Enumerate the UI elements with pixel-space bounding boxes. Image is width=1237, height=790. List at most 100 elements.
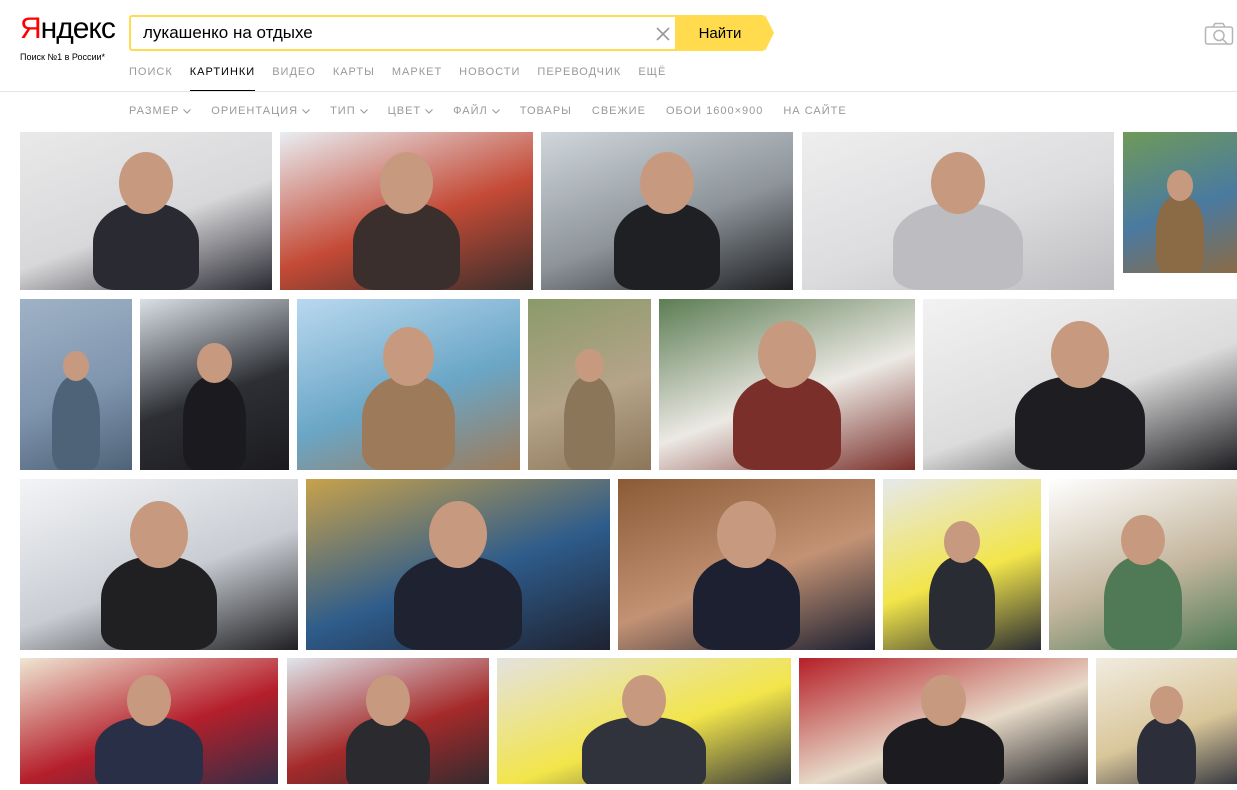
filter-8[interactable]: НА САЙТЕ [783, 105, 846, 117]
close-icon[interactable] [655, 26, 671, 42]
image-result[interactable] [306, 479, 610, 650]
image-result[interactable] [20, 479, 298, 650]
filter-label: ТИП [330, 105, 356, 117]
nav-tab-3[interactable]: КАРТЫ [333, 65, 375, 92]
filter-2[interactable]: ТИП [330, 105, 368, 117]
nav-tab-1[interactable]: КАРТИНКИ [189, 65, 256, 92]
photo-head [640, 152, 694, 214]
image-result[interactable] [287, 658, 489, 790]
photo-figure [94, 717, 204, 790]
chevron-down-icon [183, 108, 192, 114]
photo-head [1166, 170, 1194, 201]
photo-head [63, 351, 89, 382]
filter-label: НА САЙТЕ [783, 105, 847, 117]
photo-figure [1136, 717, 1197, 790]
nav-tab-5[interactable]: НОВОСТИ [459, 65, 520, 92]
image-results-grid [0, 132, 1237, 790]
bottom-edge [0, 784, 1237, 790]
photo-figure [614, 203, 720, 290]
image-result[interactable] [1123, 132, 1237, 273]
photo-head [428, 500, 488, 568]
photo-figure [1103, 555, 1183, 650]
nav-tab-7[interactable]: ЕЩЁ [638, 65, 666, 92]
image-result[interactable] [923, 299, 1237, 470]
photo-head [1150, 686, 1183, 724]
image-result[interactable] [497, 658, 791, 790]
photo-figure [361, 375, 456, 470]
photo-head [129, 500, 189, 568]
filter-label: ОРИЕНТАЦИЯ [211, 105, 299, 117]
photo-figure [928, 555, 996, 650]
photo-head [379, 152, 434, 214]
image-result[interactable] [280, 132, 533, 290]
photo-figure [345, 717, 431, 790]
yandex-logo[interactable]: Яндекс Поиск №1 в России* [20, 12, 116, 62]
photo-head [119, 152, 173, 214]
photo-head [943, 521, 981, 564]
logo-rest: ндекс [40, 12, 116, 45]
photo-figure [353, 203, 460, 290]
image-result[interactable] [528, 299, 651, 470]
search-form: Найти [129, 15, 774, 51]
filter-0[interactable]: РАЗМЕР [129, 105, 192, 117]
photo-figure [893, 203, 1023, 290]
image-result[interactable] [659, 299, 915, 470]
chevron-down-icon [359, 108, 368, 114]
image-result[interactable] [297, 299, 520, 470]
photo-figure [692, 555, 801, 650]
filter-6[interactable]: СВЕЖИЕ [592, 105, 646, 117]
filter-label: РАЗМЕР [129, 105, 180, 117]
search-button[interactable]: Найти [675, 15, 774, 51]
photo-figure [93, 203, 199, 290]
photo-head [921, 674, 966, 727]
image-result[interactable] [20, 658, 278, 790]
image-result[interactable] [140, 299, 289, 470]
image-result[interactable] [883, 479, 1041, 650]
photo-figure [394, 555, 522, 650]
image-result[interactable] [1096, 658, 1237, 790]
chevron-down-icon [491, 108, 500, 114]
photo-head [717, 500, 776, 568]
filter-1[interactable]: ОРИЕНТАЦИЯ [211, 105, 310, 117]
logo-wordmark: Яндекс [20, 12, 116, 46]
nav-tab-0[interactable]: ПОИСК [129, 65, 173, 92]
filter-bar: РАЗМЕР ОРИЕНТАЦИЯ ТИП ЦВЕТ ФАЙЛ ТОВАРЫ СВЕЖИЕ О… [129, 105, 867, 117]
photo-figure [52, 375, 100, 470]
image-result[interactable] [799, 658, 1088, 790]
chevron-down-icon [302, 108, 310, 114]
filter-4[interactable]: ФАЙЛ [453, 105, 500, 117]
filter-label: СВЕЖИЕ [591, 105, 646, 117]
photo-figure [563, 375, 616, 470]
filter-7[interactable]: ОБОИ 1600×900 [666, 105, 763, 117]
filter-3[interactable]: ЦВЕТ [388, 105, 434, 117]
image-result[interactable] [802, 132, 1114, 290]
photo-head [382, 327, 435, 387]
filter-label: ЦВЕТ [387, 105, 422, 117]
photo-head [575, 348, 604, 382]
filter-label: ФАЙЛ [453, 105, 488, 117]
photo-figure [1156, 195, 1204, 273]
photo-head [1121, 514, 1165, 565]
image-result[interactable] [541, 132, 793, 290]
nav-tab-4[interactable]: МАРКЕТ [392, 65, 442, 92]
photo-head [1050, 320, 1110, 388]
filter-5[interactable]: ТОВАРЫ [520, 105, 572, 117]
search-input[interactable] [143, 17, 643, 49]
service-nav: ПОИСК КАРТИНКИ ВИДЕО КАРТЫ МАРКЕТ НОВОСТИ ПЕРЕ… [129, 65, 683, 92]
photo-figure [1015, 375, 1145, 470]
filter-label: ТОВАРЫ [519, 105, 572, 117]
photo-head [757, 320, 817, 388]
image-result[interactable] [20, 299, 132, 470]
camera-search-icon[interactable] [1204, 22, 1234, 46]
photo-head [931, 152, 985, 214]
nav-tab-6[interactable]: ПЕРЕВОДЧИК [537, 65, 621, 92]
nav-tab-2[interactable]: ВИДЕО [272, 65, 316, 92]
image-result[interactable] [618, 479, 875, 650]
logo-first-letter: Я [20, 12, 42, 45]
photo-figure [183, 375, 246, 470]
logo-tagline: Поиск №1 в России* [20, 52, 106, 62]
header-divider [0, 91, 1237, 92]
image-result[interactable] [1049, 479, 1237, 650]
image-result[interactable] [20, 132, 272, 290]
photo-figure [882, 717, 1005, 790]
